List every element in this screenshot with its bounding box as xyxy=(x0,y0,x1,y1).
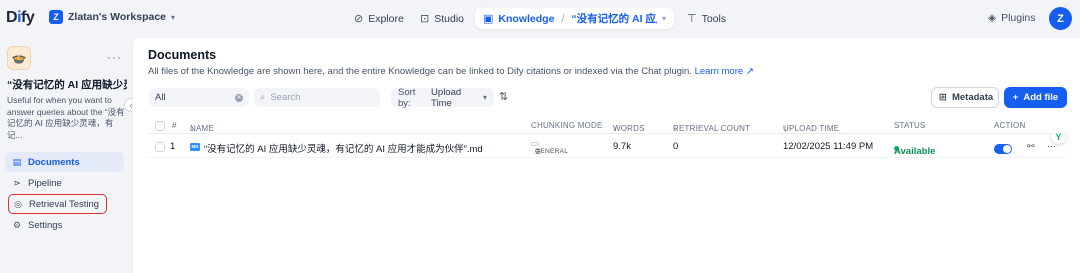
search-box[interactable]: ⌕ xyxy=(254,88,380,107)
sort-select[interactable]: Sort by: Upload Time ▾ xyxy=(391,87,494,109)
assistant-float-button[interactable]: Y xyxy=(1051,129,1066,144)
sort-arrow-icon: ↓ xyxy=(613,124,618,133)
plus-icon: + xyxy=(1012,92,1019,103)
row-checkbox[interactable] xyxy=(155,142,165,152)
chunk-settings-icon[interactable]: ⚯ xyxy=(1027,141,1035,152)
learn-more-link[interactable]: Learn more ↗ xyxy=(695,66,754,77)
search-input[interactable] xyxy=(270,92,371,103)
table-row[interactable]: 1 MD “没有记忆的 AI 应用缺少灵魂，有记忆的 AI 应用才能成为伙伴”.… xyxy=(148,136,1066,158)
workspace-switcher[interactable]: Z Zlatan's Workspace ▾ xyxy=(49,10,175,24)
document-icon: ▤ xyxy=(12,156,22,167)
more-options-icon[interactable]: ··· xyxy=(107,50,122,64)
nav-knowledge[interactable]: ▣ Knowledge / “没有记忆的 AI 应用缺... ▾ xyxy=(475,8,674,29)
target-icon: ◎ xyxy=(14,198,22,209)
page-title: Documents xyxy=(148,48,217,62)
table-header: # NAME ↓ CHUNKING MODE WORDS ↓ RETRIEVAL… xyxy=(148,118,1066,134)
sort-arrow-icon: ↓ xyxy=(673,124,678,133)
retrieval-count: 0 xyxy=(673,141,679,152)
select-all-checkbox[interactable] xyxy=(155,121,165,131)
chunking-mode-badge: ☰ GENERAL xyxy=(531,142,568,156)
sidebar: 🍲 ··· “没有记忆的 AI 应用缺少灵... Useful for when… xyxy=(0,38,132,273)
assistant-icon: Y xyxy=(1055,131,1062,142)
knowledge-title: “没有记忆的 AI 应用缺少灵... xyxy=(7,79,127,91)
sidebar-item-retrieval-testing[interactable]: ◎ Retrieval Testing xyxy=(8,194,107,214)
nav-explore[interactable]: ⊘ Explore xyxy=(346,8,412,29)
metadata-button[interactable]: ⊞ Metadata xyxy=(931,87,999,108)
search-icon: ⌕ xyxy=(260,92,266,103)
book-icon: ▣ xyxy=(483,13,494,25)
knowledge-icon: 🍲 xyxy=(7,46,31,70)
sidebar-item-pipeline[interactable]: ⋗ Pipeline xyxy=(5,173,124,193)
chevron-down-icon: ▾ xyxy=(171,12,176,22)
page-subtitle: All files of the Knowledge are shown her… xyxy=(148,66,754,77)
user-avatar[interactable]: Z xyxy=(1049,7,1072,30)
top-bar: Dify Z Zlatan's Workspace ▾ ⊘ Explore ⊡ … xyxy=(0,0,1080,38)
knowledge-description: Useful for when you want to answer queri… xyxy=(7,95,125,140)
hammer-icon: ⊤ xyxy=(687,13,697,25)
external-link-icon: ↗ xyxy=(745,66,754,77)
pipeline-icon: ⋗ xyxy=(13,177,21,188)
knowledge-breadcrumb[interactable]: “没有记忆的 AI 应用缺... xyxy=(571,11,657,26)
word-count: 9.7k xyxy=(613,141,631,152)
nav-tools[interactable]: ⊤ Tools xyxy=(679,8,734,29)
cube-icon: ◈ xyxy=(988,12,997,24)
sort-direction-icon[interactable]: ⇅ xyxy=(499,90,508,103)
clear-icon[interactable]: ✕ xyxy=(235,93,243,102)
plugins-button[interactable]: ◈ Plugins xyxy=(988,12,1036,24)
compass-icon: ⊘ xyxy=(354,13,364,25)
sort-arrow-icon: ↓ xyxy=(190,124,195,133)
markdown-file-icon: MD xyxy=(190,143,200,151)
workspace-name: Zlatan's Workspace xyxy=(68,11,167,23)
enable-toggle[interactable] xyxy=(994,144,1012,154)
upload-time: 12/02/2025 11:49 PM xyxy=(783,141,874,152)
document-name[interactable]: “没有记忆的 AI 应用缺少灵魂，有记忆的 AI 应用才能成为伙伴”.md xyxy=(204,141,483,155)
breadcrumb-separator: / xyxy=(561,12,565,25)
robot-icon: ⊡ xyxy=(420,13,430,25)
chevron-down-icon[interactable]: ▾ xyxy=(662,14,666,23)
add-file-button[interactable]: + Add file xyxy=(1004,87,1067,108)
sidebar-item-documents[interactable]: ▤ Documents xyxy=(5,152,124,172)
status-filter[interactable]: All ✕ xyxy=(149,88,249,107)
workspace-badge: Z xyxy=(49,10,63,24)
sidebar-item-settings[interactable]: ⚙ Settings xyxy=(5,215,124,235)
settings-icon: ⚙ xyxy=(12,219,22,230)
nav-studio[interactable]: ⊡ Studio xyxy=(412,8,472,29)
metadata-icon: ⊞ xyxy=(939,92,947,103)
main-panel: Documents All files of the Knowledge are… xyxy=(132,38,1080,273)
sort-arrow-icon: ↓ xyxy=(783,124,788,133)
chevron-down-icon: ▾ xyxy=(482,93,487,102)
dify-logo[interactable]: Dify xyxy=(6,9,35,27)
